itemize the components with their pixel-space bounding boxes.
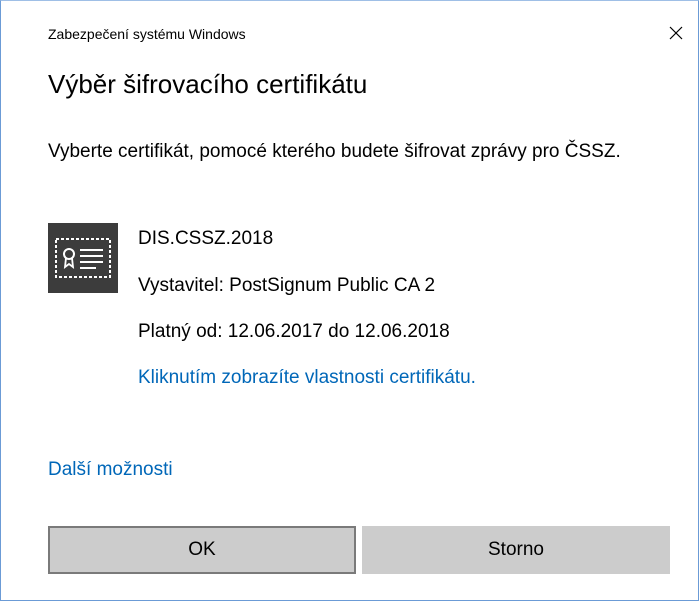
- dialog-description: Vyberte certifikát, pomocé kterého budet…: [48, 141, 621, 162]
- certificate-info: DIS.CSSZ.2018 Vystavitel: PostSignum Pub…: [138, 227, 476, 390]
- button-row: OK Storno: [48, 526, 670, 574]
- certificate-icon: [48, 223, 118, 293]
- ok-button[interactable]: OK: [48, 526, 356, 574]
- certificate-validity: Platný od: 12.06.2017 do 12.06.2018: [138, 321, 450, 342]
- dialog-heading: Výběr šifrovacího certifikátu: [48, 69, 368, 99]
- security-dialog: Zabezpečení systému Windows Výběr šifrov…: [0, 0, 699, 601]
- close-icon: [669, 26, 683, 40]
- cancel-button[interactable]: Storno: [362, 526, 670, 574]
- more-options-link[interactable]: Další možnosti: [48, 458, 173, 482]
- certificate-properties-link[interactable]: Kliknutím zobrazíte vlastnosti certifiká…: [138, 366, 476, 390]
- certificate-issuer: Vystavitel: PostSignum Public CA 2: [138, 275, 436, 296]
- close-button[interactable]: [662, 19, 690, 47]
- certificate-name: DIS.CSSZ.2018: [138, 228, 274, 249]
- window-title: Zabezpečení systému Windows: [48, 26, 246, 42]
